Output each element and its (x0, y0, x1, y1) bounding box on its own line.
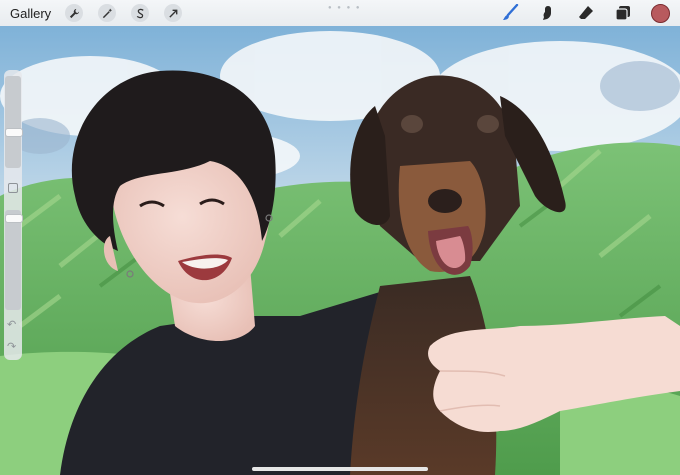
current-color-swatch (651, 3, 670, 23)
right-tools (481, 3, 670, 23)
actions-button[interactable] (65, 4, 84, 22)
redo-icon[interactable]: ↷ (7, 340, 16, 353)
layers-icon (615, 6, 630, 21)
selection-s-icon (136, 8, 144, 18)
home-indicator[interactable] (252, 467, 428, 471)
toolbar-grabber[interactable]: ● ● ● ● (328, 5, 362, 11)
top-toolbar: Gallery ● ● ● ● (0, 0, 680, 26)
smudge-icon (543, 6, 551, 20)
smudge-tool-button[interactable] (539, 4, 557, 22)
layers-button[interactable] (615, 5, 631, 21)
wrench-icon (69, 8, 79, 18)
modify-button[interactable] (8, 183, 18, 193)
eraser-tool-button[interactable] (577, 4, 595, 22)
drawing-canvas[interactable] (0, 26, 680, 475)
left-sidebar: ↶ ↷ (4, 70, 23, 360)
magic-wand-icon (102, 8, 112, 18)
color-button[interactable] (651, 3, 670, 23)
opacity-slider[interactable] (5, 210, 23, 310)
brush-icon (503, 4, 519, 20)
adjustments-button[interactable] (98, 4, 117, 22)
selection-button[interactable] (131, 4, 150, 22)
artwork (0, 26, 680, 475)
transform-arrow-icon (169, 9, 178, 18)
brush-tool-button[interactable] (501, 4, 519, 22)
gallery-button[interactable]: Gallery (10, 6, 51, 21)
brush-size-slider[interactable] (5, 76, 23, 168)
eraser-icon (579, 6, 593, 19)
undo-icon[interactable]: ↶ (7, 318, 16, 331)
brush-size-knob[interactable] (5, 128, 23, 137)
opacity-knob[interactable] (5, 214, 23, 223)
transform-button[interactable] (164, 4, 183, 22)
